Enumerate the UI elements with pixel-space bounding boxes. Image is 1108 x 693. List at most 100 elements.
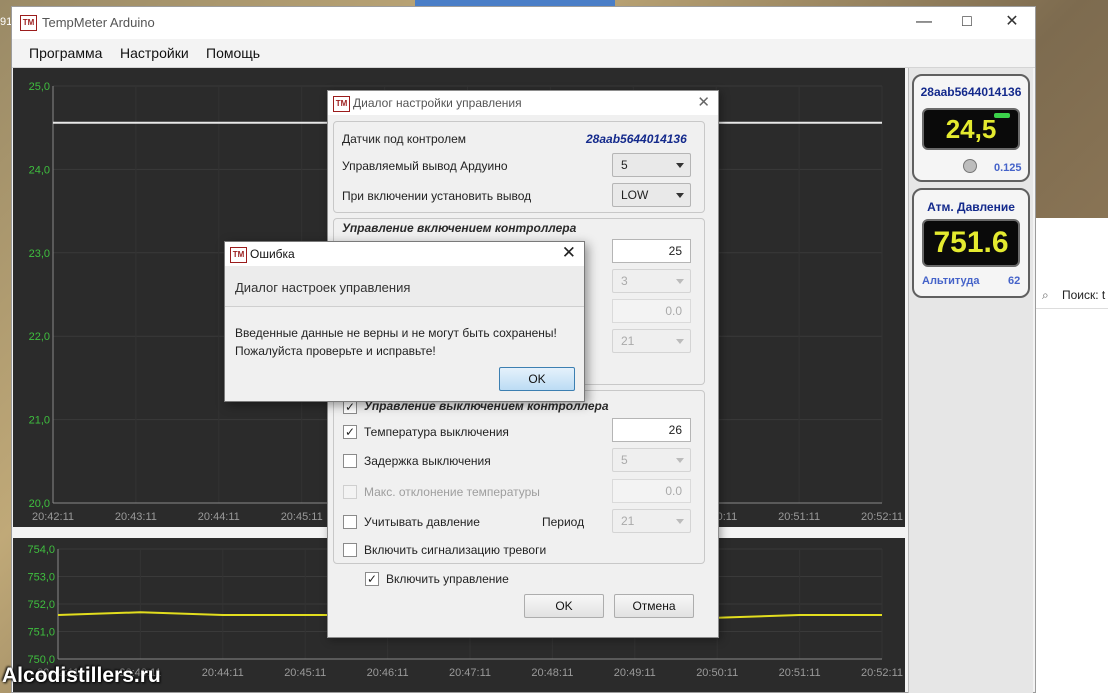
on-deviation-input[interactable]: 0.0 (612, 299, 691, 323)
app-icon: TM (20, 15, 37, 31)
status-led (994, 113, 1010, 118)
error-titlebar: TM Ошибка ✕ (225, 242, 584, 266)
chevron-down-icon (676, 339, 684, 344)
off-group-checkbox[interactable]: ✓ (343, 400, 357, 414)
pressure-label: Учитывать давление (364, 515, 480, 529)
temperature-chart-x-tick-label: 20:51:11 (778, 511, 820, 523)
temperature-chart-x-tick-label: 20:45:11 (281, 511, 323, 523)
pressure-chart-x-tick-label: 20:48:11 (531, 667, 573, 679)
off-temperature-input[interactable]: 26 (612, 418, 691, 442)
pressure-chart-x-tick-label: 20:52:11 (861, 667, 903, 679)
error-header-text: Диалог настроек управления (235, 280, 411, 295)
on-temperature-input[interactable]: 25 (612, 239, 691, 263)
pressure-title: Атм. Давление (927, 200, 1015, 214)
pressure-chart-x-tick-label: 20:44:11 (202, 667, 244, 679)
on-period-select[interactable]: 21 (612, 329, 691, 353)
alarm-checkbox[interactable] (343, 543, 357, 557)
dialog-app-icon: TM (333, 96, 350, 112)
error-app-icon: TM (230, 247, 247, 263)
off-deviation-label: Макс. отклонение температуры (364, 485, 540, 499)
maximize-button[interactable]: □ (952, 11, 982, 33)
sensor-id: 28aab5644014136 (920, 85, 1022, 99)
error-dialog: TM Ошибка ✕ Диалог настроек управления В… (224, 241, 585, 402)
temperature-chart-y-tick-label: 20,0 (29, 498, 50, 510)
altitude-value: 62 (1008, 275, 1021, 287)
menu-settings[interactable]: Настройки (120, 45, 189, 61)
temperature-chart-x-tick-label: 20:42:11 (32, 511, 74, 523)
pressure-sensor-widget[interactable]: Атм. Давление 751.6 Альтитуда 62 (912, 188, 1030, 298)
period-select[interactable]: 21 (612, 509, 691, 533)
temperature-chart-x-tick-label: 20:43:11 (115, 511, 157, 523)
pressure-chart-y-tick-label: 752,0 (27, 599, 55, 611)
pressure-chart-y-tick-label: 754,0 (27, 544, 55, 556)
search-icon: ⌕ (1042, 288, 1049, 302)
altitude-label: Альтитуда (922, 275, 980, 287)
off-temperature-label: Температура выключения (364, 425, 509, 439)
error-message: Введенные данные не верны и не могут быт… (235, 326, 557, 358)
dialog-cancel-button[interactable]: Отмена (614, 594, 694, 618)
pin-select[interactable]: 5 (612, 153, 691, 177)
chevron-down-icon (676, 458, 684, 463)
temperature-chart-y-tick-label: 21,0 (29, 415, 50, 427)
close-button[interactable]: ✕ (997, 11, 1027, 33)
sensor-label: Датчик под контролем (342, 132, 467, 146)
chevron-down-icon (676, 163, 684, 168)
pressure-chart-x-tick-label: 20:45:11 (284, 667, 326, 679)
pressure-chart-x-tick-label: 20:50:11 (696, 667, 738, 679)
pressure-chart-x-tick-label: 20:49:11 (614, 667, 656, 679)
chevron-down-icon (676, 193, 684, 198)
on-delay-select[interactable]: 3 (612, 269, 691, 293)
error-title: Ошибка (250, 247, 295, 261)
pressure-chart-x-tick-label: 20:51:11 (779, 667, 821, 679)
minimize-button[interactable]: — (909, 11, 939, 33)
dialog-close-icon[interactable]: ✕ (697, 93, 710, 111)
temperature-chart-y-tick-label: 22,0 (29, 331, 50, 343)
on-start-label: При включении установить вывод (342, 189, 532, 203)
dialog-title: Диалог настройки управления (353, 96, 522, 110)
pressure-chart-y-tick-label: 753,0 (27, 572, 55, 584)
off-delay-checkbox[interactable] (343, 454, 357, 468)
off-control-group (333, 390, 705, 564)
menu-program[interactable]: Программа (29, 45, 102, 61)
menu-bar: Программа Настройки Помощь (12, 39, 1035, 68)
temperature-chart-y-tick-label: 23,0 (29, 248, 50, 260)
on-group-title: Управление включением контроллера (342, 221, 577, 235)
watermark: Alcodistillers.ru (2, 664, 161, 687)
temperature-chart-y-tick-label: 24,0 (29, 164, 50, 176)
background-window: ⌕ Поиск: t (1036, 218, 1108, 693)
pressure-chart-x-tick-label: 20:46:11 (367, 667, 409, 679)
period-label: Период (542, 515, 585, 529)
menu-help[interactable]: Помощь (206, 45, 260, 61)
dialog-ok-button[interactable]: OK (524, 594, 604, 618)
chevron-down-icon (676, 279, 684, 284)
sensor-panel: 28aab5644014136 24,5 0.125 Атм. Давление… (908, 68, 1033, 693)
alarm-label: Включить сигнализацию тревоги (364, 543, 547, 557)
pressure-chart-y-tick-label: 751,0 (27, 627, 55, 639)
error-close-icon[interactable]: ✕ (562, 243, 576, 263)
off-temperature-checkbox[interactable]: ✓ (343, 425, 357, 439)
sensor-knob (963, 159, 977, 173)
off-deviation-input[interactable]: 0.0 (612, 479, 691, 503)
sensor-value: 28aab5644014136 (586, 132, 687, 146)
dialog-titlebar: TM Диалог настройки управления ✕ (328, 91, 718, 115)
temperature-chart-y-tick-label: 25,0 (29, 81, 50, 93)
enable-control-checkbox[interactable]: ✓ (365, 572, 379, 586)
temperature-sensor-widget[interactable]: 28aab5644014136 24,5 0.125 (912, 74, 1030, 182)
off-delay-select[interactable]: 5 (612, 448, 691, 472)
window-title: TempMeter Arduino (42, 15, 155, 30)
pressure-chart-x-tick-label: 20:47:11 (449, 667, 491, 679)
off-deviation-checkbox[interactable] (343, 485, 357, 499)
chevron-down-icon (676, 519, 684, 524)
pressure-checkbox[interactable] (343, 515, 357, 529)
enable-control-label: Включить управление (386, 572, 509, 586)
error-ok-button[interactable]: OK (499, 367, 575, 391)
temperature-chart-x-tick-label: 20:52:11 (861, 511, 903, 523)
background-search[interactable]: ⌕ Поиск: t (1036, 282, 1108, 309)
on-start-select[interactable]: LOW (612, 183, 691, 207)
temperature-chart-x-tick-label: 20:44:11 (198, 511, 240, 523)
pressure-display: 751.6 (922, 219, 1020, 267)
error-header: Диалог настроек управления (225, 266, 584, 307)
off-delay-label: Задержка выключения (364, 454, 491, 468)
sensor-resolution: 0.125 (994, 162, 1022, 174)
main-titlebar: TM TempMeter Arduino — □ ✕ (12, 7, 1035, 39)
